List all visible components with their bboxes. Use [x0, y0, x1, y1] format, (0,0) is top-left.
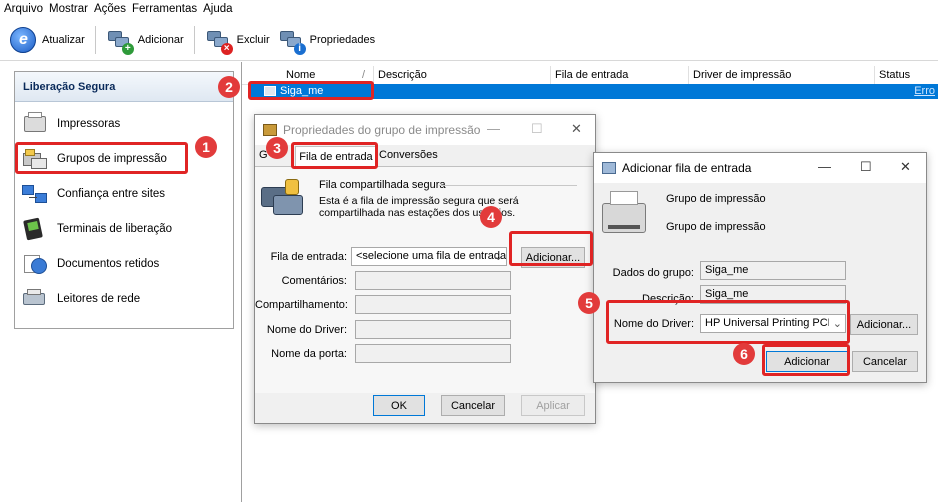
secure-queue-icon [261, 179, 305, 215]
delete-button[interactable]: × Excluir [201, 22, 274, 58]
minimize-icon[interactable]: — [487, 121, 500, 136]
section-description: Esta é a fila de impressão segura que se… [319, 195, 519, 219]
sidebar-title: Liberação Segura [23, 80, 116, 93]
close-icon[interactable]: ✕ [900, 159, 911, 175]
port-field[interactable] [355, 344, 511, 363]
dialog-titlebar: Propriedades do grupo de impressão — ☐ ✕ [255, 115, 595, 145]
tab-conversions[interactable]: Conversões [379, 149, 438, 161]
refresh-icon [10, 26, 36, 53]
refresh-button[interactable]: Atualizar [6, 22, 89, 58]
add-input-queue-dialog: Adicionar fila de entrada — ☐ ✕ Grupo de… [593, 152, 927, 383]
sidebar-item-site-trust[interactable]: Confiança entre sites [21, 180, 165, 208]
sidebar-item-label: Documentos retidos [57, 258, 160, 270]
ok-button[interactable]: OK [373, 395, 425, 416]
toolbar-divider [193, 25, 195, 54]
sidebar-item-printers[interactable]: Impressoras [21, 110, 120, 138]
printer-icon [21, 112, 49, 136]
sidebar-header: Liberação Segura ^ [15, 72, 233, 102]
callout-6: 6 [733, 343, 755, 365]
share-label: Compartilhamento: [255, 299, 348, 311]
dialog-titlebar: Adicionar fila de entrada — ☐ ✕ [594, 153, 926, 183]
column-description[interactable]: Descrição [374, 66, 551, 84]
dialog-title: Propriedades do grupo de impressão [283, 123, 481, 137]
highlight-add-button [509, 231, 593, 266]
menu-mostrar[interactable]: Mostrar [49, 3, 88, 15]
section-title: Fila compartilhada segura [319, 179, 446, 191]
delete-label: Excluir [236, 33, 270, 46]
driver-label: Nome do Driver: [266, 324, 347, 336]
toolbar-divider [94, 25, 96, 54]
sidebar-item-label: Terminais de liberação [57, 223, 173, 235]
highlight-add-confirm [762, 344, 850, 376]
cancel-button[interactable]: Cancelar [441, 395, 505, 416]
dialog-title: Adicionar fila de entrada [622, 161, 752, 175]
properties-button[interactable]: i Propriedades [274, 22, 379, 58]
callout-4: 4 [480, 206, 502, 228]
group-data-label: Dados do grupo: [612, 267, 694, 279]
print-group-icon [263, 124, 277, 136]
sidebar-item-held-documents[interactable]: Documentos retidos [21, 250, 159, 278]
add-button[interactable]: + Adicionar [102, 22, 188, 58]
held-documents-icon [21, 252, 49, 276]
maximize-icon[interactable]: ☐ [860, 159, 872, 175]
port-label: Nome da porta: [271, 348, 347, 360]
section-divider [439, 185, 577, 186]
menu-bar: Arquivo Mostrar Ações Ferramentas Ajuda [0, 0, 938, 18]
callout-5: 5 [578, 292, 600, 314]
comments-field[interactable] [355, 271, 511, 290]
chevron-down-icon: ⌄ [493, 251, 503, 263]
row-status-link[interactable]: Erro [914, 85, 935, 97]
menu-acoes[interactable]: Ações [94, 3, 126, 15]
sidebar-item-label: Leitores de rede [57, 293, 141, 305]
properties-label: Propriedades [309, 33, 376, 46]
comments-label: Comentários: [281, 275, 347, 287]
properties-group-icon: i [278, 27, 306, 55]
network-sites-icon [21, 182, 49, 206]
maximize-icon[interactable]: ☐ [531, 121, 543, 137]
refresh-label: Atualizar [42, 33, 85, 46]
sidebar-item-release-terminals[interactable]: Terminais de liberação [21, 215, 172, 243]
column-input-queue[interactable]: Fila de entrada [551, 66, 689, 84]
card-reader-icon [21, 287, 49, 311]
callout-2: 2 [218, 76, 240, 98]
delete-group-icon: × [205, 27, 233, 55]
add-group-icon: + [106, 27, 134, 55]
printer-icon [602, 191, 648, 237]
group-info-line: Grupo de impressão [666, 221, 766, 233]
add-label: Adicionar [137, 33, 184, 46]
queue-label: Fila de entrada: [270, 251, 347, 263]
share-field[interactable] [355, 295, 511, 314]
tab-panel: Fila compartilhada segura Esta é a fila … [255, 167, 595, 393]
minimize-icon[interactable]: — [818, 159, 831, 174]
queue-icon [602, 162, 616, 174]
group-info-line: Grupo de impressão [666, 193, 766, 205]
toolbar: Atualizar + Adicionar × Excluir i Propri… [0, 19, 938, 61]
column-status[interactable]: Status [875, 66, 938, 84]
highlight-group-row [248, 81, 374, 100]
menu-ferramentas[interactable]: Ferramentas [132, 3, 197, 15]
close-icon[interactable]: ✕ [571, 121, 582, 137]
add-driver-button[interactable]: Adicionar... [850, 314, 918, 335]
callout-1: 1 [195, 136, 217, 158]
highlight-driver-name [606, 300, 850, 344]
terminal-icon [21, 217, 49, 241]
sidebar-item-label: Impressoras [57, 118, 121, 130]
queue-select[interactable]: <selecione uma fila de entrada ⌄ [351, 247, 507, 266]
group-data-field: Siga_me [700, 261, 846, 280]
sidebar-item-network-readers[interactable]: Leitores de rede [21, 285, 140, 313]
cancel-button[interactable]: Cancelar [852, 351, 918, 372]
menu-arquivo[interactable]: Arquivo [4, 3, 43, 15]
column-print-driver[interactable]: Driver de impressão [689, 66, 875, 84]
highlight-print-groups [15, 142, 188, 174]
callout-3: 3 [266, 137, 288, 159]
apply-button[interactable]: Aplicar [521, 395, 585, 416]
menu-ajuda[interactable]: Ajuda [203, 3, 232, 15]
highlight-input-queue-tab [291, 142, 378, 169]
sidebar-item-label: Confiança entre sites [57, 188, 166, 200]
dialog-body: Grupo de impressão Grupo de impressão Da… [594, 183, 926, 382]
sidebar: Liberação Segura ^ Impressoras Grupos de… [14, 71, 234, 329]
driver-field[interactable] [355, 320, 511, 339]
